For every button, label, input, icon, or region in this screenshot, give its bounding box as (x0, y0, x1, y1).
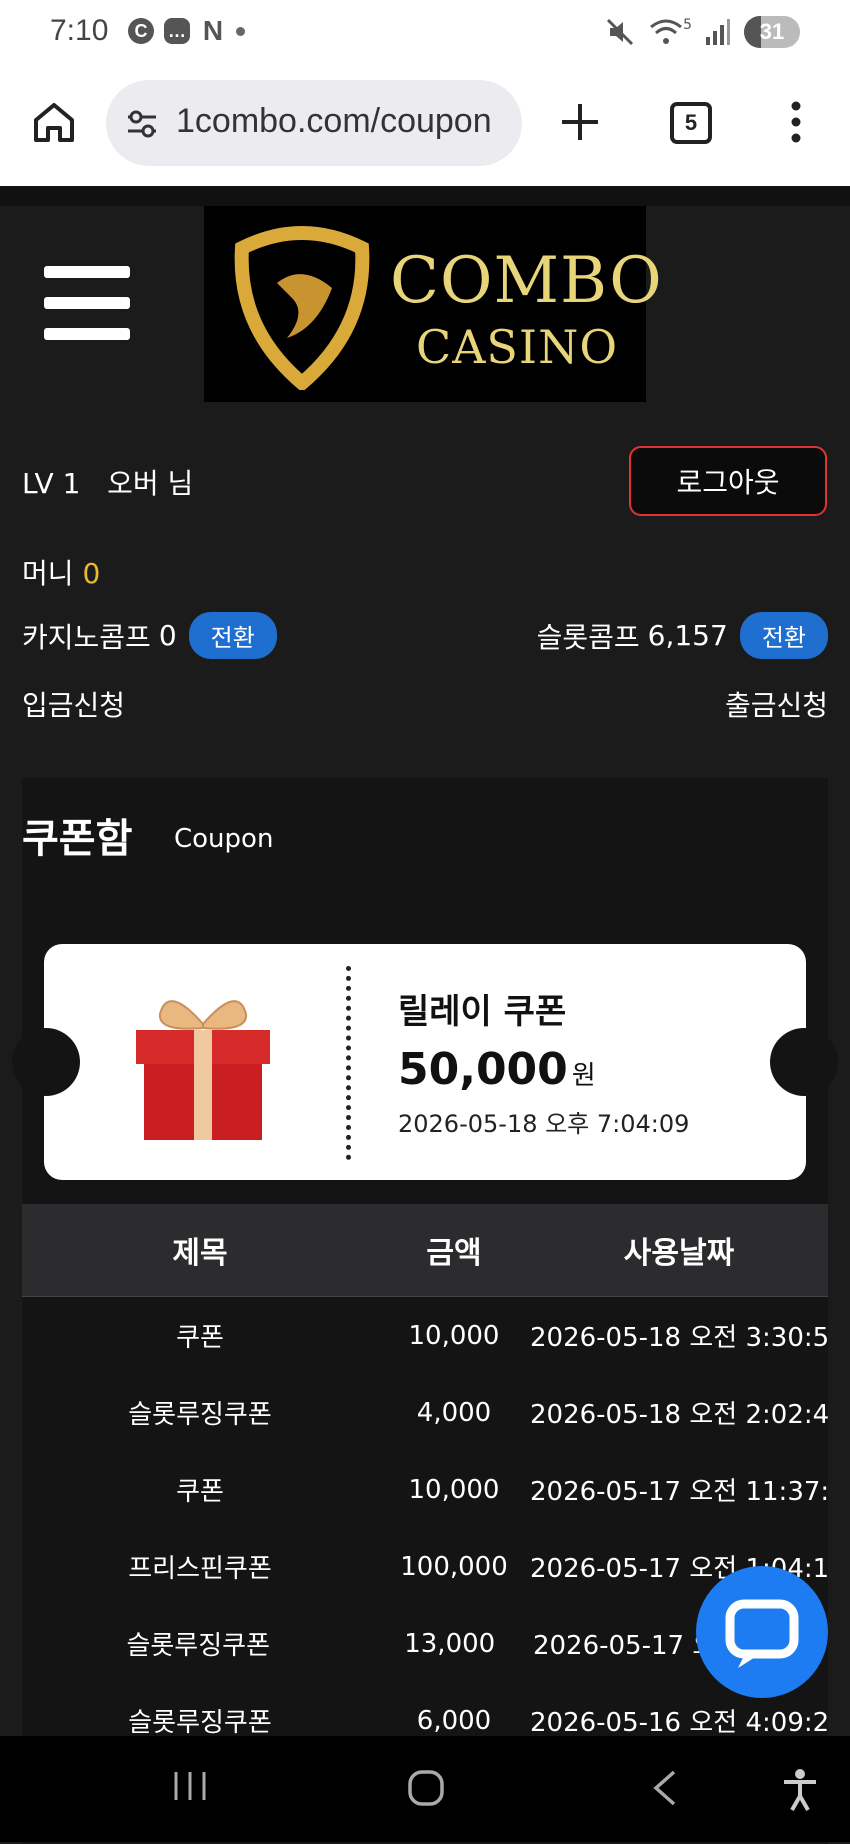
status-time: 7:10 (50, 14, 109, 47)
gift-box-icon (136, 1000, 270, 1140)
row-amount: 100,000 (400, 1551, 508, 1582)
chat-bubble-icon: … (164, 18, 190, 44)
casino-comp-value: 0 (158, 619, 177, 652)
accessibility-icon[interactable] (780, 1768, 820, 1812)
user-level-name: LV 1 오버 님 (22, 462, 193, 502)
row-date: 2026-05-17 오전 11:37:29 (530, 1477, 828, 1507)
user-level: LV 1 (22, 467, 81, 500)
coupon-box-title: 쿠폰함 (22, 816, 133, 862)
table-row: 쿠폰 10,000 2026-05-18 오전 3:30:59 (22, 1297, 828, 1374)
battery-indicator: 31 (744, 16, 800, 48)
c-app-icon: C (128, 18, 154, 44)
row-title: 쿠폰 (176, 1477, 224, 1507)
logout-button[interactable]: 로그아웃 (629, 446, 827, 516)
home-nav-icon[interactable] (406, 1768, 446, 1808)
address-bar[interactable]: 1combo.com/coupon (106, 80, 522, 166)
system-status-icons: 5 31 (605, 16, 800, 48)
row-title: 슬롯루징쿠폰 (126, 1631, 270, 1661)
live-chat-button[interactable] (696, 1566, 828, 1698)
casino-comp-convert-button[interactable]: 전환 (188, 612, 277, 659)
more-notifications-dot-icon (236, 26, 245, 36)
ticket-perforation (346, 966, 351, 1160)
ticket-notch-left (12, 1028, 80, 1096)
status-bar: 7:10 C … N 5 31 (0, 0, 850, 66)
user-name: 오버 님 (107, 467, 194, 500)
slot-comp-row: 슬롯콤프 6,157 전환 (537, 612, 828, 659)
signal-icon (706, 19, 730, 45)
row-amount: 6,000 (416, 1705, 492, 1736)
page-top-strip (0, 186, 850, 206)
notification-icons: C … N (128, 15, 245, 46)
slot-comp-value: 6,157 (647, 619, 728, 652)
row-title: 슬롯루징쿠폰 (128, 1400, 272, 1430)
system-navigation-bar (0, 1736, 850, 1842)
column-header-title: 제목 (172, 1236, 228, 1271)
featured-coupon-amount: 50,000 (398, 1044, 568, 1095)
row-amount: 10,000 (408, 1474, 500, 1505)
table-row: 슬롯루징쿠폰 4,000 2026-05-18 오전 2:02:42 (22, 1374, 828, 1451)
logo-text-combo: COMBO (390, 244, 663, 318)
home-icon[interactable] (32, 100, 76, 144)
money-label: 머니 (22, 557, 74, 590)
row-date: 2026-05-18 오전 2:02:42 (530, 1400, 828, 1430)
url-text[interactable]: 1combo.com/coupon (176, 102, 492, 141)
chat-bubble-icon (725, 1599, 799, 1668)
slot-comp-convert-button[interactable]: 전환 (739, 612, 828, 659)
featured-coupon-card[interactable]: 릴레이 쿠폰 50,000 원 2026-05-18 오후 7:04:09 (12, 944, 838, 1180)
row-date: 2026-05-18 오전 3:30:59 (530, 1323, 828, 1353)
featured-coupon-currency: 원 (571, 1061, 596, 1091)
recent-apps-icon[interactable] (172, 1768, 208, 1804)
table-header: 제목 금액 사용날짜 (22, 1204, 828, 1297)
combo-casino-logo[interactable]: COMBO CASINO (204, 206, 662, 402)
n-app-icon: N (202, 15, 224, 46)
new-tab-icon[interactable] (558, 100, 602, 144)
more-menu-icon[interactable] (786, 100, 806, 144)
ticket-notch-right (770, 1028, 838, 1096)
row-title: 슬롯루징쿠폰 (128, 1708, 272, 1738)
row-amount: 10,000 (408, 1320, 500, 1351)
hamburger-menu-icon[interactable] (44, 266, 130, 340)
logo-text-casino: CASINO (416, 320, 619, 374)
money-value: 0 (82, 557, 101, 590)
deposit-request-link[interactable]: 입금신청 (22, 684, 125, 724)
row-date: 2026-05-16 오전 4:09:23 (530, 1708, 828, 1738)
tab-switcher-button[interactable]: 5 (670, 102, 712, 144)
slot-comp-label: 슬롯콤프 (536, 620, 640, 654)
battery-level: 31 (759, 19, 785, 44)
column-header-date: 사용날짜 (623, 1236, 735, 1271)
table-row: 쿠폰 10,000 2026-05-17 오전 11:37:29 (22, 1451, 828, 1528)
withdraw-request-link[interactable]: 출금신청 (725, 684, 828, 724)
casino-comp-label: 카지노콤프 (22, 620, 151, 654)
row-amount: 4,000 (416, 1397, 492, 1428)
row-title: 쿠폰 (176, 1323, 224, 1353)
wifi-label: 5 (683, 17, 692, 33)
featured-coupon-amount-row: 50,000 원 (398, 1044, 596, 1095)
back-nav-icon[interactable] (650, 1768, 680, 1808)
money-row: 머니 0 (22, 552, 100, 592)
featured-coupon-date: 2026-05-18 오후 7:04:09 (398, 1110, 690, 1138)
browser-toolbar: 1combo.com/coupon 5 (0, 66, 850, 186)
wifi-icon (650, 19, 683, 44)
row-amount: 13,000 (404, 1628, 496, 1659)
row-title: 프리스핀쿠폰 (128, 1554, 272, 1584)
shield-logo-icon (234, 226, 370, 390)
column-header-amount: 금액 (426, 1236, 482, 1271)
site-settings-icon[interactable] (124, 106, 160, 142)
mute-icon (607, 18, 634, 46)
casino-comp-row: 카지노콤프 0 전환 (22, 612, 277, 659)
coupon-box-subtitle: Coupon (174, 824, 274, 854)
featured-coupon-name: 릴레이 쿠폰 (398, 992, 567, 1032)
